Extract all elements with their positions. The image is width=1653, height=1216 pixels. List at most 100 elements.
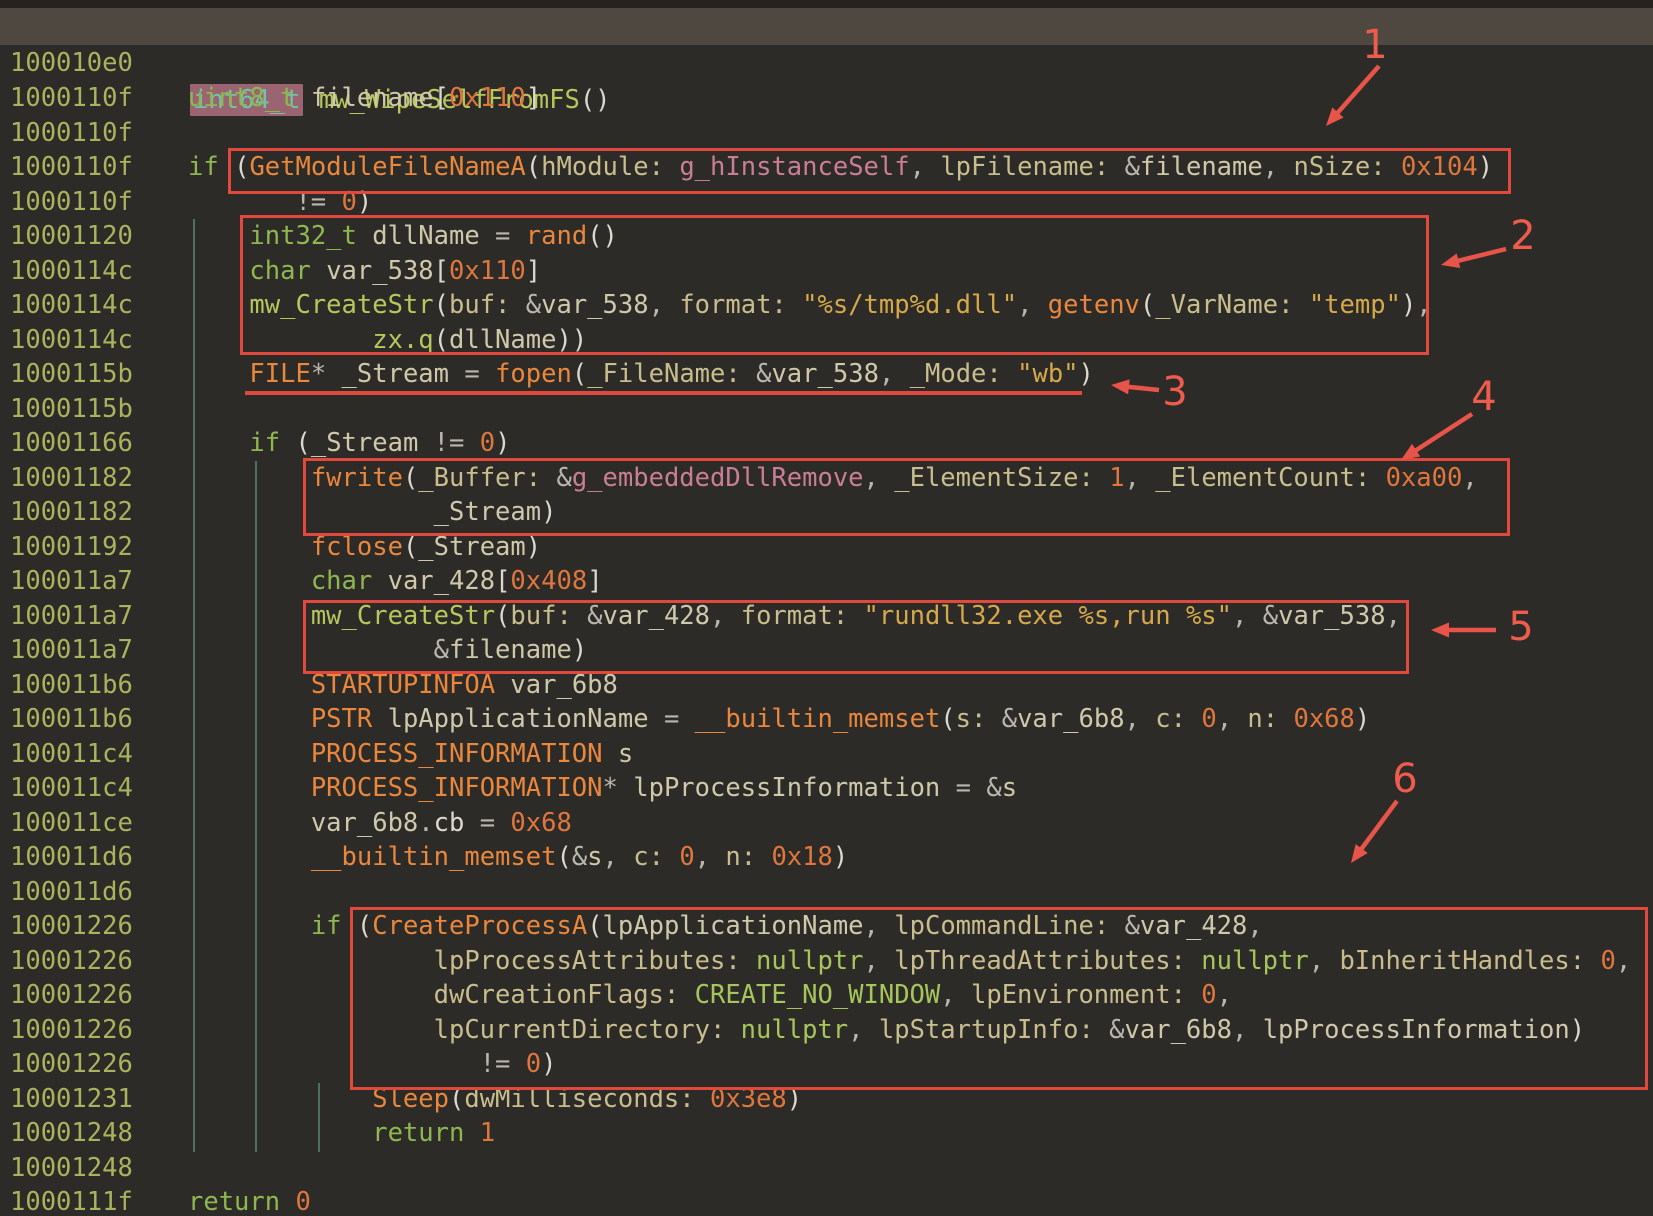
code-token[interactable]: & xyxy=(572,842,587,872)
code-token[interactable]: 0x110 xyxy=(449,83,526,113)
code-token[interactable]: 0x68 xyxy=(1293,704,1354,734)
line-address[interactable]: 100011c4 xyxy=(10,771,133,806)
code-token[interactable]: ) xyxy=(495,428,510,458)
line-address[interactable]: 10001182 xyxy=(10,495,133,530)
code-token[interactable]: if xyxy=(311,911,342,941)
code-token[interactable]: != xyxy=(418,428,479,458)
code-line[interactable]: 1000115b FILE* _Stream = fopen(_FileName:… xyxy=(0,357,1653,392)
code-token[interactable]: n: xyxy=(725,842,771,872)
code-token[interactable]: PSTR xyxy=(311,704,372,734)
code-token[interactable]: ( xyxy=(556,842,571,872)
code-token[interactable]: , xyxy=(695,842,726,872)
code-token[interactable]: return xyxy=(372,1118,464,1148)
line-address[interactable]: 10001226 xyxy=(10,909,133,944)
code-token[interactable]: & xyxy=(756,359,771,389)
line-address[interactable]: 10001248 xyxy=(10,1116,133,1151)
line-address[interactable]: 10001192 xyxy=(10,530,133,565)
code-token[interactable]: if xyxy=(188,152,219,182)
code-token[interactable]: 1 xyxy=(480,1118,495,1148)
code-line[interactable]: 100011c4PROCESS_INFORMATION s xyxy=(0,737,1653,772)
line-code[interactable]: return 0 xyxy=(188,1185,311,1216)
code-token[interactable] xyxy=(464,1118,479,1148)
line-code[interactable]: char var_428[0x408] xyxy=(188,564,603,599)
line-address[interactable]: 100011b6 xyxy=(10,702,133,737)
code-token[interactable]: var_428 xyxy=(388,566,495,596)
code-token[interactable]: s xyxy=(1002,773,1017,803)
code-token[interactable]: __builtin_memset xyxy=(311,842,557,872)
code-line[interactable]: 100011cevar_6b8.cb = 0x68 xyxy=(0,806,1653,841)
code-token[interactable] xyxy=(280,1187,295,1216)
code-token[interactable]: _Mode: xyxy=(910,359,1017,389)
code-token[interactable]: var_6b8 xyxy=(311,808,418,838)
code-token[interactable]: 0 xyxy=(1201,704,1216,734)
code-token[interactable]: 0x68 xyxy=(510,808,571,838)
code-token[interactable]: s xyxy=(587,842,602,872)
code-token[interactable]: _Stream xyxy=(342,359,449,389)
code-token[interactable]: 0 xyxy=(679,842,694,872)
code-token[interactable]: __builtin_memset xyxy=(695,704,941,734)
code-token[interactable]: fopen xyxy=(495,359,572,389)
line-address[interactable]: 100011a7 xyxy=(10,599,133,634)
line-address[interactable]: 1000115b xyxy=(10,392,133,427)
line-address[interactable]: 100011a7 xyxy=(10,564,133,599)
code-token[interactable]: var_538 xyxy=(771,359,878,389)
code-token[interactable]: ( xyxy=(295,428,310,458)
line-address[interactable]: 10001166 xyxy=(10,426,133,461)
code-token[interactable]: n: xyxy=(1247,704,1293,734)
code-token[interactable]: = xyxy=(464,808,510,838)
line-address[interactable]: 10001248 xyxy=(10,1151,133,1186)
code-token[interactable] xyxy=(372,704,387,734)
code-token[interactable]: ( xyxy=(403,532,418,562)
code-line[interactable]: 10001166 if (_Stream != 0) xyxy=(0,426,1653,461)
code-token[interactable]: = xyxy=(649,704,695,734)
code-line[interactable]: 100011d6 xyxy=(0,875,1653,910)
line-address[interactable]: 100011ce xyxy=(10,806,133,841)
code-token[interactable]: [ xyxy=(495,566,510,596)
line-address[interactable]: 100011d6 xyxy=(10,840,133,875)
line-code[interactable]: uint8_t filename[0x110] xyxy=(188,81,541,116)
line-address[interactable]: 1000111f xyxy=(10,1185,133,1216)
code-token[interactable]: return xyxy=(188,1187,280,1216)
line-address[interactable]: 1000114c xyxy=(10,323,133,358)
code-line[interactable]: 1000115b xyxy=(0,392,1653,427)
code-token[interactable]: * xyxy=(603,773,634,803)
code-token[interactable]: FILE xyxy=(249,359,310,389)
code-token[interactable]: 0 xyxy=(480,428,495,458)
code-token[interactable]: , xyxy=(879,359,910,389)
line-address[interactable]: 1000110f xyxy=(10,185,133,220)
code-token[interactable]: ( xyxy=(572,359,587,389)
line-address[interactable]: 10001226 xyxy=(10,1047,133,1082)
code-token[interactable]: c: xyxy=(1155,704,1201,734)
code-token[interactable]: PROCESS_INFORMATION xyxy=(311,739,603,769)
code-token[interactable]: lpApplicationName xyxy=(388,704,649,734)
code-line[interactable]: 1000111f return 0 xyxy=(0,1185,1653,1216)
line-address[interactable]: 100011d6 xyxy=(10,875,133,910)
code-line[interactable]: 100011b6 PSTR lpApplicationName = __built… xyxy=(0,702,1653,737)
line-address[interactable]: 1000115b xyxy=(10,357,133,392)
code-token[interactable]: var_6b8 xyxy=(1017,704,1124,734)
line-address[interactable]: 10001231 xyxy=(10,1082,133,1117)
code-token[interactable]: , xyxy=(1217,704,1248,734)
code-token[interactable]: cb xyxy=(434,808,465,838)
code-line[interactable]: 10001248 xyxy=(0,1151,1653,1186)
code-token[interactable]: 0x18 xyxy=(771,842,832,872)
code-token[interactable]: 0 xyxy=(295,1187,310,1216)
code-token[interactable]: ) xyxy=(1079,359,1094,389)
code-token[interactable]: , xyxy=(603,842,634,872)
code-token[interactable]: if xyxy=(249,428,280,458)
line-code[interactable]: __builtin_memset(&s, c: 0, n: 0x18) xyxy=(188,840,848,875)
code-token[interactable]: uint8_t xyxy=(188,83,295,113)
code-token[interactable]: & xyxy=(1002,704,1017,734)
code-token[interactable]: s: xyxy=(956,704,1002,734)
code-token[interactable]: = & xyxy=(940,773,1001,803)
code-token[interactable]: [ xyxy=(434,83,449,113)
code-token[interactable]: "wb" xyxy=(1017,359,1078,389)
code-line[interactable]: 10001248 return 1 xyxy=(0,1116,1653,1151)
line-code[interactable]: PROCESS_INFORMATION* lpProcessInformatio… xyxy=(188,771,1017,806)
code-token[interactable]: * xyxy=(311,359,342,389)
line-address[interactable]: 100011b6 xyxy=(10,668,133,703)
code-token[interactable]: _Stream xyxy=(311,428,418,458)
code-line[interactable]: 1000110f xyxy=(0,116,1653,151)
line-code[interactable]: FILE* _Stream = fopen(_FileName: &var_53… xyxy=(188,357,1094,392)
code-token[interactable]: ] xyxy=(587,566,602,596)
